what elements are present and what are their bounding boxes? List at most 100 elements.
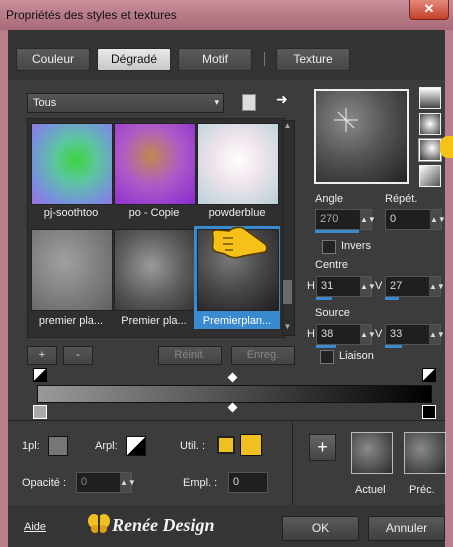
previous-preview[interactable]: [404, 432, 446, 474]
gradient-thumb-powderblue[interactable]: [197, 123, 279, 205]
gradient-thumb-premier-plan-2[interactable]: [114, 229, 196, 311]
gradient-thumb-premier-plan-1[interactable]: [31, 229, 113, 311]
centre-h-label: H: [307, 280, 315, 292]
location-input[interactable]: 0: [228, 472, 268, 493]
window-title: Propriétés des styles et textures: [6, 8, 177, 22]
centre-v-value: 27: [390, 280, 403, 292]
tab-divider: [264, 52, 265, 66]
radial-style-icon[interactable]: [419, 139, 441, 161]
window-frame-left: [0, 30, 8, 547]
back-plan-swatch[interactable]: [126, 436, 146, 456]
butterfly-icon: [88, 513, 110, 533]
gradient-thumb-label: Premierplan...: [202, 315, 272, 327]
source-h-label: H: [307, 328, 315, 340]
centre-h-slider[interactable]: [316, 297, 332, 300]
scroll-up-icon[interactable]: ▲: [283, 121, 292, 131]
add-color-button[interactable]: +: [309, 434, 336, 461]
opacity-label: Opacité :: [22, 477, 67, 489]
linear-style-icon[interactable]: [419, 87, 441, 109]
scroll-down-icon[interactable]: ▼: [283, 322, 292, 332]
source-v-label: V: [375, 328, 383, 340]
ok-button[interactable]: OK: [282, 516, 359, 541]
centre-h-input[interactable]: 31 ▲▼: [316, 276, 376, 297]
gradient-thumb-label: premier pla...: [38, 315, 104, 327]
gradient-thumb-po-copie[interactable]: [114, 123, 196, 205]
first-plan-swatch[interactable]: [48, 436, 68, 456]
use-label: Util. :: [180, 440, 206, 452]
gradient-thumb-label: powderblue: [208, 207, 266, 219]
source-v-value: 33: [390, 328, 403, 340]
opacity-value: 0: [81, 476, 88, 488]
link-checkbox[interactable]: [320, 350, 334, 364]
tab-texture[interactable]: Texture: [276, 48, 350, 71]
invert-label: Invers: [341, 240, 371, 252]
gradient-thumb-label: po - Copie: [128, 207, 180, 219]
gradient-thumb-label: Premier pla...: [121, 315, 187, 327]
source-h-value: 38: [321, 328, 334, 340]
gradient-thumb-pj-soothtoo[interactable]: [31, 123, 113, 205]
add-gradient-button[interactable]: +: [27, 346, 57, 365]
use-swatch-1[interactable]: [217, 436, 235, 454]
centre-v-input[interactable]: 27 ▲▼: [385, 276, 445, 297]
brand-watermark: Renée Design: [112, 515, 215, 535]
close-button[interactable]: ✕: [409, 0, 449, 20]
angle-input[interactable]: 270 ▲▼: [315, 209, 376, 230]
library-category-select[interactable]: Tous ▾: [27, 93, 224, 113]
source-v-input[interactable]: 33 ▲▼: [385, 324, 445, 345]
centre-label: Centre: [315, 259, 349, 271]
opacity-stop-right[interactable]: [422, 368, 436, 382]
gradient-preview[interactable]: [314, 89, 409, 184]
source-v-slider[interactable]: [385, 345, 402, 348]
color-stop-left[interactable]: [33, 405, 47, 419]
spin-icon[interactable]: ▲▼: [428, 277, 445, 296]
tab-motif[interactable]: Motif: [178, 48, 252, 71]
spin-icon[interactable]: ▲▼: [359, 210, 376, 229]
centre-v-slider[interactable]: [385, 297, 399, 300]
chevron-down-icon: ▾: [214, 97, 219, 107]
current-label: Actuel: [355, 484, 386, 496]
invert-checkbox[interactable]: [322, 240, 336, 254]
centre-v-label: V: [375, 280, 383, 292]
gradient-thumb-label: pj-soothtoo: [43, 207, 99, 219]
spin-icon[interactable]: ▲▼: [429, 210, 446, 229]
angle-slider[interactable]: [315, 230, 359, 233]
angle-label: Angle: [315, 193, 344, 205]
scrollbar-thumb[interactable]: [283, 280, 292, 304]
remove-gradient-button[interactable]: -: [63, 346, 93, 365]
tab-couleur[interactable]: Couleur: [16, 48, 90, 71]
use-swatch-2[interactable]: [240, 434, 262, 456]
opacity-input[interactable]: 0 ▲▼: [76, 472, 136, 493]
reset-button[interactable]: Réinit.: [158, 346, 222, 365]
color-stop-right[interactable]: [422, 405, 436, 419]
spin-icon[interactable]: ▲▼: [119, 473, 136, 492]
link-label: Liaison: [339, 350, 374, 362]
back-plan-label: Arpl:: [95, 440, 118, 452]
location-label: Empl. :: [183, 477, 218, 489]
separator: [8, 420, 445, 421]
library-category-value: Tous: [33, 97, 57, 109]
source-h-input[interactable]: 38 ▲▼: [316, 324, 376, 345]
repeat-value: 0: [390, 213, 397, 225]
repeat-input[interactable]: 0 ▲▼: [385, 209, 446, 230]
document-icon[interactable]: [242, 94, 256, 111]
current-preview: [351, 432, 393, 474]
crosshair-icon[interactable]: [334, 108, 358, 132]
gradient-editor-bar[interactable]: [37, 385, 432, 403]
save-button[interactable]: Enreg.: [231, 346, 295, 365]
tab-degrade[interactable]: Dégradé: [97, 48, 171, 71]
pointing-hand-icon: [209, 222, 271, 262]
opacity-stop-left[interactable]: [33, 368, 47, 382]
first-plan-label: 1pl:: [22, 440, 40, 452]
sunburst-style-icon[interactable]: [419, 165, 441, 187]
location-value: 0: [233, 476, 240, 488]
arrow-right-icon[interactable]: ➜: [276, 91, 288, 108]
spin-icon[interactable]: ▲▼: [359, 325, 376, 344]
source-label: Source: [315, 307, 350, 319]
source-h-slider[interactable]: [316, 345, 336, 348]
cancel-button[interactable]: Annuler: [368, 516, 445, 541]
spin-icon[interactable]: ▲▼: [359, 277, 376, 296]
spin-icon[interactable]: ▲▼: [428, 325, 445, 344]
centre-h-value: 31: [321, 280, 334, 292]
help-link[interactable]: Aide: [24, 521, 46, 533]
rectangular-style-icon[interactable]: [419, 113, 441, 135]
